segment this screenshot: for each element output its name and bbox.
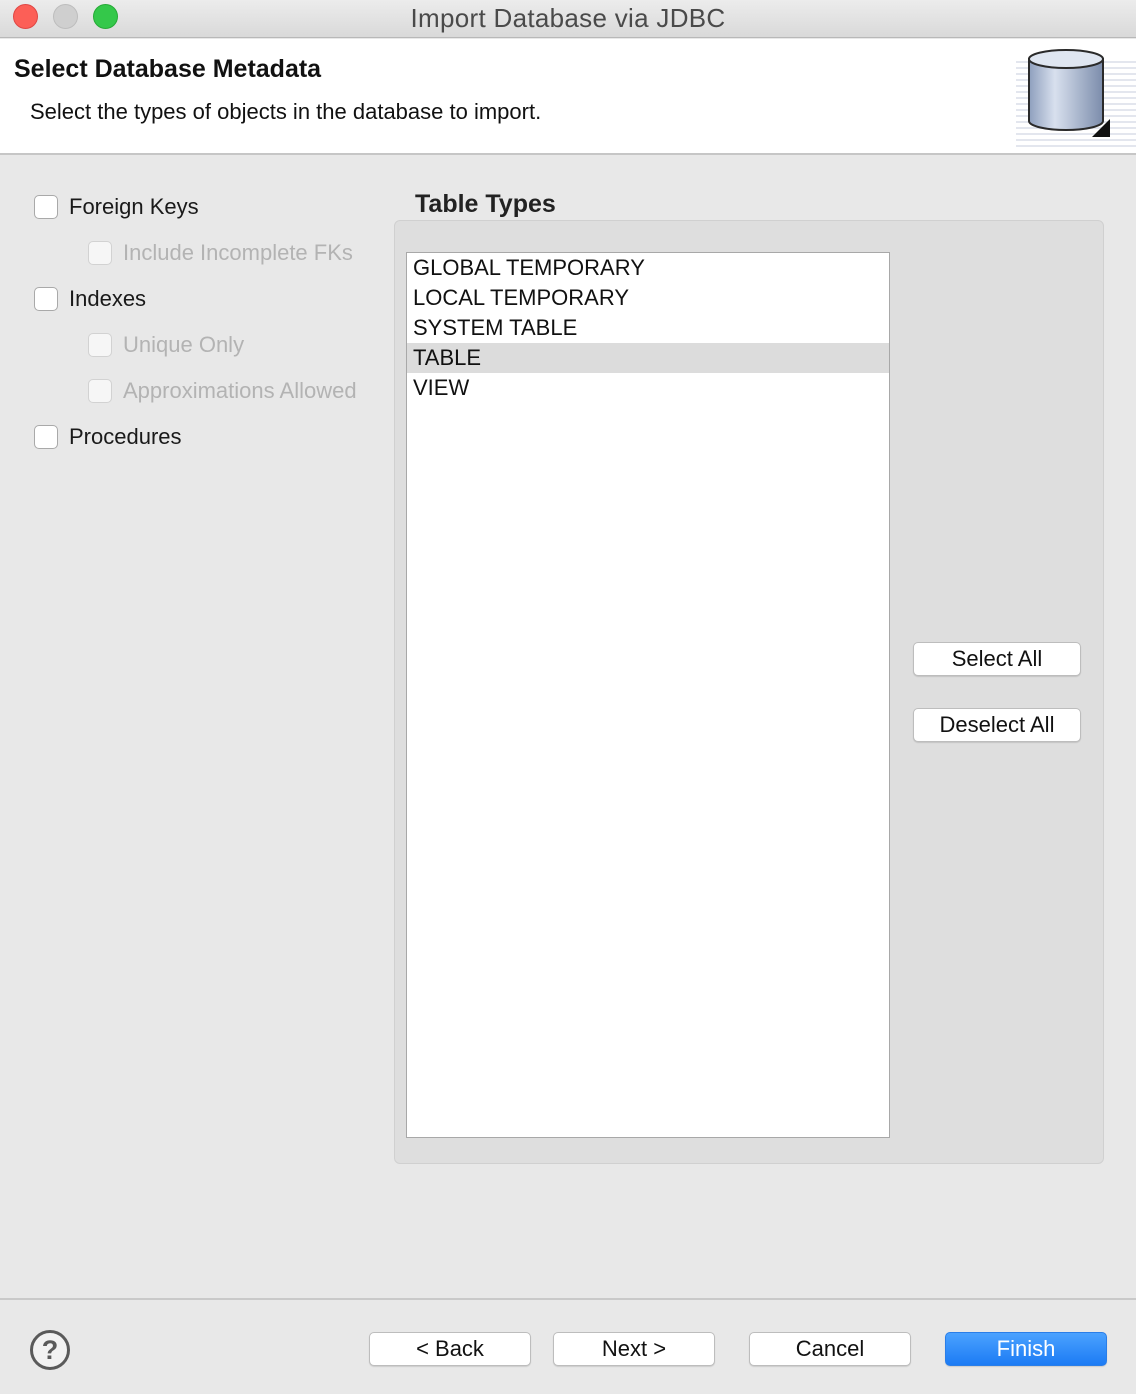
page-title: Select Database Metadata bbox=[14, 55, 322, 83]
window-title: Import Database via JDBC bbox=[410, 3, 726, 33]
next-button[interactable]: Next > bbox=[553, 1332, 715, 1366]
unique-only-label: Unique Only bbox=[123, 332, 245, 357]
foreign-keys-label: Foreign Keys bbox=[69, 194, 199, 219]
procedures-label: Procedures bbox=[69, 424, 182, 449]
back-button[interactable]: < Back bbox=[369, 1332, 531, 1366]
database-icon bbox=[1028, 49, 1110, 137]
include-incomplete-fks-checkbox bbox=[88, 241, 112, 265]
select-all-button[interactable]: Select All bbox=[913, 642, 1081, 676]
cancel-button[interactable]: Cancel bbox=[749, 1332, 911, 1366]
foreign-keys-option[interactable]: Foreign Keys bbox=[34, 194, 199, 220]
include-incomplete-fks-option: Include Incomplete FKs bbox=[88, 240, 353, 266]
list-item-local-temporary[interactable]: LOCAL TEMPORARY bbox=[407, 283, 889, 313]
approximations-allowed-label: Approximations Allowed bbox=[123, 378, 357, 403]
include-incomplete-fks-label: Include Incomplete FKs bbox=[123, 240, 353, 265]
footer-divider bbox=[0, 1298, 1136, 1300]
table-types-label: Table Types bbox=[415, 190, 556, 218]
foreign-keys-checkbox[interactable] bbox=[34, 195, 58, 219]
indexes-option[interactable]: Indexes bbox=[34, 286, 146, 312]
deselect-all-button[interactable]: Deselect All bbox=[913, 708, 1081, 742]
list-item-system-table[interactable]: SYSTEM TABLE bbox=[407, 313, 889, 343]
list-item-global-temporary[interactable]: GLOBAL TEMPORARY bbox=[407, 253, 889, 283]
indexes-checkbox[interactable] bbox=[34, 287, 58, 311]
procedures-option[interactable]: Procedures bbox=[34, 424, 182, 450]
page-description: Select the types of objects in the datab… bbox=[30, 99, 542, 124]
list-item-view[interactable]: VIEW bbox=[407, 373, 889, 403]
list-item-table[interactable]: TABLE bbox=[407, 343, 889, 373]
help-icon[interactable]: ? bbox=[30, 1330, 70, 1370]
procedures-checkbox[interactable] bbox=[34, 425, 58, 449]
indexes-label: Indexes bbox=[69, 286, 147, 311]
finish-button[interactable]: Finish bbox=[945, 1332, 1107, 1366]
table-types-list[interactable]: GLOBAL TEMPORARY LOCAL TEMPORARY SYSTEM … bbox=[406, 252, 890, 1138]
approximations-allowed-option: Approximations Allowed bbox=[88, 378, 357, 404]
wizard-header: Select Database Metadata Select the type… bbox=[0, 39, 1136, 155]
title-bar: Import Database via JDBC bbox=[0, 0, 1136, 38]
approximations-allowed-checkbox bbox=[88, 379, 112, 403]
unique-only-checkbox bbox=[88, 333, 112, 357]
unique-only-option: Unique Only bbox=[88, 332, 244, 358]
